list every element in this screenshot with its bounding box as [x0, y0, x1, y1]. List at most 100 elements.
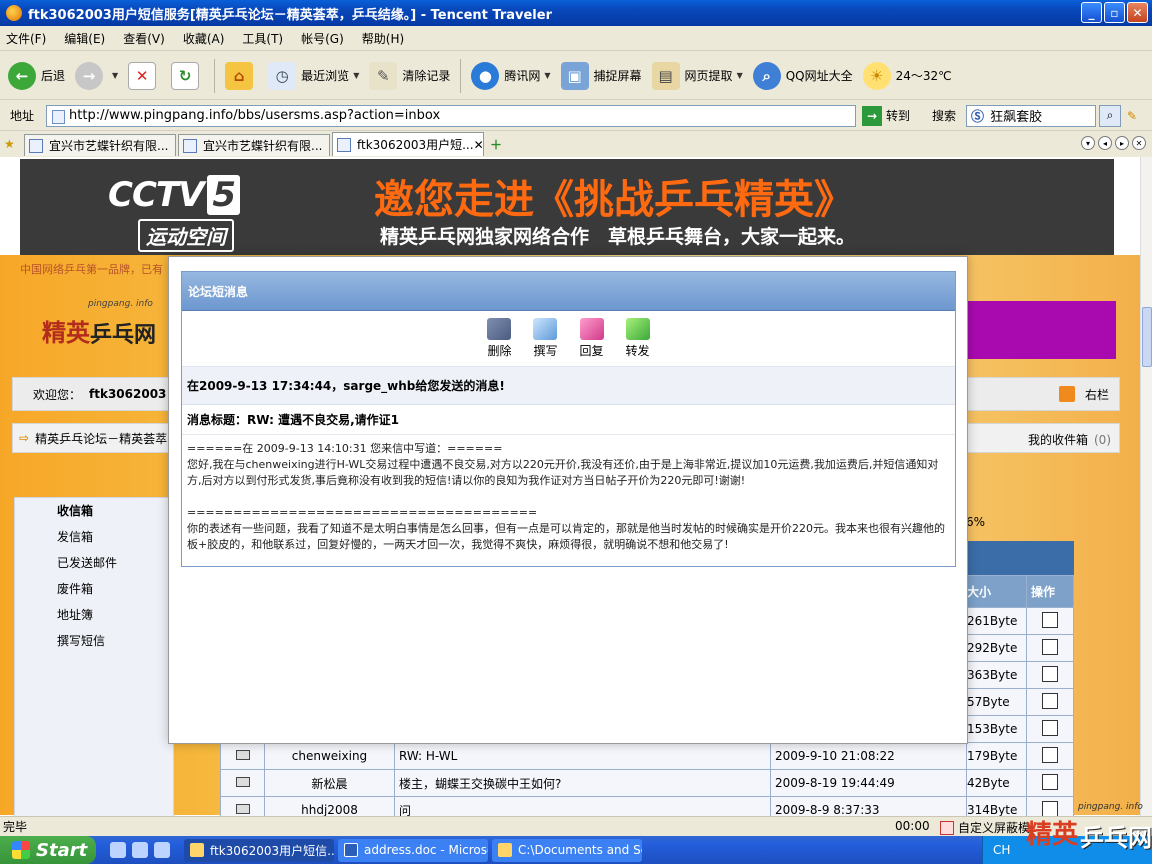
new-tab-icon[interactable]: ＋ [490, 136, 502, 153]
row-checkbox[interactable] [1042, 719, 1058, 736]
my-inbox-link[interactable]: 我的收件箱 (0) [1028, 431, 1111, 448]
mailbox-sidebar: 收信箱 发信箱 已发送邮件 废件箱 地址簿 撰写短信 [14, 497, 174, 816]
window-title: ftk3062003用户短信服务[精英乒乓论坛－精英荟萃，乒乓结缘。] - Te… [28, 7, 552, 23]
tencent-button[interactable]: ● 腾讯网 ▼ [471, 61, 551, 90]
go-button[interactable]: 转到 [886, 107, 910, 124]
maximize-button[interactable]: ▫ [1104, 2, 1125, 23]
arrow-icon: ⇨ [19, 431, 30, 445]
menu-favorites[interactable]: 收藏(A) [183, 30, 225, 47]
right-column-link[interactable]: 右栏 [1085, 386, 1109, 403]
cctv-banner[interactable]: CCTV 5 运动空间 邀您走进《挑战乒乓精英》 精英乒乓网独家网络合作 草根乒乓… [20, 159, 1114, 255]
table-row[interactable]: chenweixing RW: H-WL 2009-9-10 21:08:22 … [220, 742, 1074, 770]
tencent-dropdown-icon[interactable]: ▼ [544, 71, 550, 80]
banner-title: 邀您走进《挑战乒乓精英》 [374, 177, 854, 223]
menu-account[interactable]: 帐号(G) [301, 30, 344, 47]
clear-history-button[interactable]: ✎ 清除记录 [369, 61, 450, 90]
message-subject: 消息标题：RW: 遭遇不良交易,请作证1 [182, 405, 955, 435]
table-row[interactable]: 新松晨 楼主，蝴蝶王交换碳中王如何? 2009-8-19 19:44:49 42… [220, 769, 1074, 797]
quicklaunch-icon[interactable] [110, 842, 126, 858]
favorites-star-icon[interactable]: ★ [4, 137, 20, 153]
refresh-button[interactable]: ↻ [171, 61, 204, 90]
message-dialog: 论坛短消息 删除 撰写 回复 转发 在2009-9-13 17:34:44，sa… [168, 256, 968, 744]
reply-body: 你的表述有一些问题，我看了知道不是太明白事情是怎么回事，但有一点是可以肯定的，那… [187, 522, 945, 551]
delete-button[interactable]: 删除 [487, 318, 511, 359]
sidebar-item-outbox[interactable]: 发信箱 [15, 524, 173, 550]
home-button[interactable]: ⌂ [225, 61, 258, 90]
scrollbar-thumb[interactable] [1142, 307, 1152, 367]
breadcrumb[interactable]: 精英乒乓论坛－精英荟萃 [35, 430, 167, 447]
quicklaunch-icon[interactable] [132, 842, 148, 858]
tab-prev-icon[interactable]: ◂ [1098, 136, 1112, 150]
menu-edit[interactable]: 编辑(E) [64, 30, 105, 47]
reply-button[interactable]: 回复 [579, 318, 604, 359]
taskbar-item-browser[interactable]: ftk3062003用户短信... [184, 838, 334, 862]
username[interactable]: ftk3062003 [89, 387, 166, 401]
recent-dropdown-icon[interactable]: ▼ [353, 71, 359, 80]
sidebar-item-trash[interactable]: 废件箱 [15, 576, 173, 602]
row-checkbox[interactable] [1042, 746, 1058, 763]
folder-icon [498, 843, 512, 857]
quicklaunch-icon[interactable] [154, 842, 170, 858]
menu-view[interactable]: 查看(V) [123, 30, 165, 47]
sidebar-item-inbox[interactable]: 收信箱 [15, 498, 173, 524]
message-from-line: 在2009-9-13 17:34:44，sarge_whb给您发送的消息! [182, 367, 955, 405]
forward-dropdown-icon[interactable]: ▼ [112, 71, 118, 80]
reply-divider: ====================================== [187, 506, 538, 519]
weather-widget[interactable]: ☀ 24～32℃ [862, 61, 952, 90]
op-column-header: 操作 [1026, 575, 1074, 608]
tab-3-active[interactable]: ftk3062003用户短... ✕ [332, 132, 484, 156]
qq-sites-button[interactable]: ⌕ QQ网址大全 [752, 61, 853, 90]
tab-1[interactable]: 宜兴市艺蝶针织有限... [24, 134, 176, 156]
menu-tools[interactable]: 工具(T) [242, 30, 283, 47]
search-input[interactable]: Ⓢ 狂飙套胶 [966, 104, 1097, 127]
penguin-icon: ● [471, 61, 500, 90]
sidebar-item-address-book[interactable]: 地址簿 [15, 602, 173, 628]
table-row[interactable]: hhdj2008 问 2009-8-9 8:37:33 314Byte [220, 796, 1074, 816]
stop-icon: ✕ [128, 61, 157, 90]
row-checkbox[interactable] [1042, 638, 1058, 655]
tab-close-icon[interactable]: ✕ [474, 138, 483, 152]
close-button[interactable]: ✕ [1127, 2, 1148, 23]
site-logo[interactable]: pingpang. info 精英 乒乓网 [22, 297, 167, 357]
search-icon[interactable]: ⌕ [1099, 104, 1122, 127]
search-engine-icon[interactable]: Ⓢ [971, 106, 984, 125]
tab-close-all-icon[interactable]: ✕ [1132, 136, 1146, 150]
back-button[interactable]: ← 后退 [8, 61, 65, 90]
sidebar-item-sent[interactable]: 已发送邮件 [15, 550, 173, 576]
browser-icon [6, 5, 22, 21]
header-ad-block[interactable] [968, 301, 1116, 359]
forward-message-button[interactable]: 转发 [625, 318, 650, 359]
capture-button[interactable]: ▣ 捕捉屏幕 [560, 61, 642, 90]
highlight-pen-icon[interactable]: ✎ [1127, 109, 1137, 123]
tab-list-icon[interactable]: ▾ [1081, 136, 1095, 150]
vertical-scrollbar[interactable] [1140, 157, 1152, 816]
row-checkbox[interactable] [1042, 665, 1058, 682]
tab-2[interactable]: 宜兴市艺蝶针织有限... [178, 134, 330, 156]
extract-button[interactable]: ▤ 网页提取 ▼ [651, 61, 743, 90]
rss-icon[interactable] [1059, 386, 1075, 402]
sun-icon: ☀ [862, 61, 891, 90]
taskbar-item-explorer[interactable]: C:\Documents and Set... [492, 838, 642, 862]
go-arrow-icon[interactable]: → [862, 105, 883, 126]
recent-button[interactable]: ◷ 最近浏览 ▼ [268, 61, 359, 90]
menu-help[interactable]: 帮助(H) [362, 30, 404, 47]
row-checkbox[interactable] [1042, 773, 1058, 790]
stop-button[interactable]: ✕ [128, 61, 161, 90]
url-input[interactable] [46, 104, 857, 127]
sidebar-item-compose[interactable]: 撰写短信 [15, 628, 173, 654]
row-checkbox[interactable] [1042, 611, 1058, 628]
row-checkbox[interactable] [1042, 692, 1058, 709]
tab-next-icon[interactable]: ▸ [1115, 136, 1129, 150]
taskbar-item-word[interactable]: address.doc - Microso... [338, 838, 488, 862]
magnifier-icon: ⌕ [752, 61, 781, 90]
minimize-button[interactable]: _ [1081, 2, 1102, 23]
dialog-header: 论坛短消息 [182, 272, 955, 311]
menu-file[interactable]: 文件(F) [6, 30, 46, 47]
start-button[interactable]: Start [0, 836, 96, 864]
page-icon [183, 138, 197, 153]
forward-button[interactable]: → ▼ [75, 61, 118, 90]
refresh-icon: ↻ [171, 61, 200, 90]
screen-capture-icon: ▣ [560, 61, 589, 90]
extract-dropdown-icon[interactable]: ▼ [737, 71, 743, 80]
compose-button[interactable]: 撰写 [533, 318, 558, 359]
